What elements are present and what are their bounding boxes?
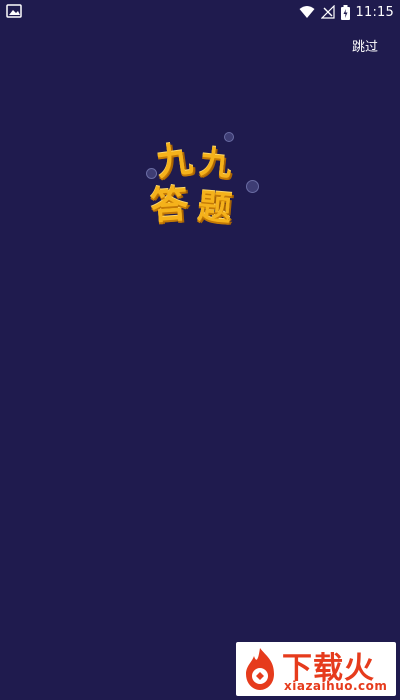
battery-charging-icon	[340, 4, 350, 20]
status-icons: 11:15	[299, 0, 394, 24]
logo-char: 题	[196, 186, 234, 230]
app-logo: 九 九 答 题	[140, 128, 260, 236]
logo-char: 答	[148, 181, 190, 229]
bubble-decoration	[246, 180, 259, 193]
image-notification-icon	[6, 4, 22, 18]
flame-logo-icon	[246, 648, 274, 690]
status-bar: 11:15	[0, 0, 400, 24]
status-time: 11:15	[355, 4, 394, 20]
skip-button[interactable]: 跳过	[352, 36, 378, 55]
signal-icon	[320, 5, 335, 19]
watermark-url: xiazaihuo.com	[284, 679, 388, 693]
wifi-icon	[299, 6, 315, 18]
watermark: 下载火 xiazaihuo.com	[236, 642, 396, 696]
